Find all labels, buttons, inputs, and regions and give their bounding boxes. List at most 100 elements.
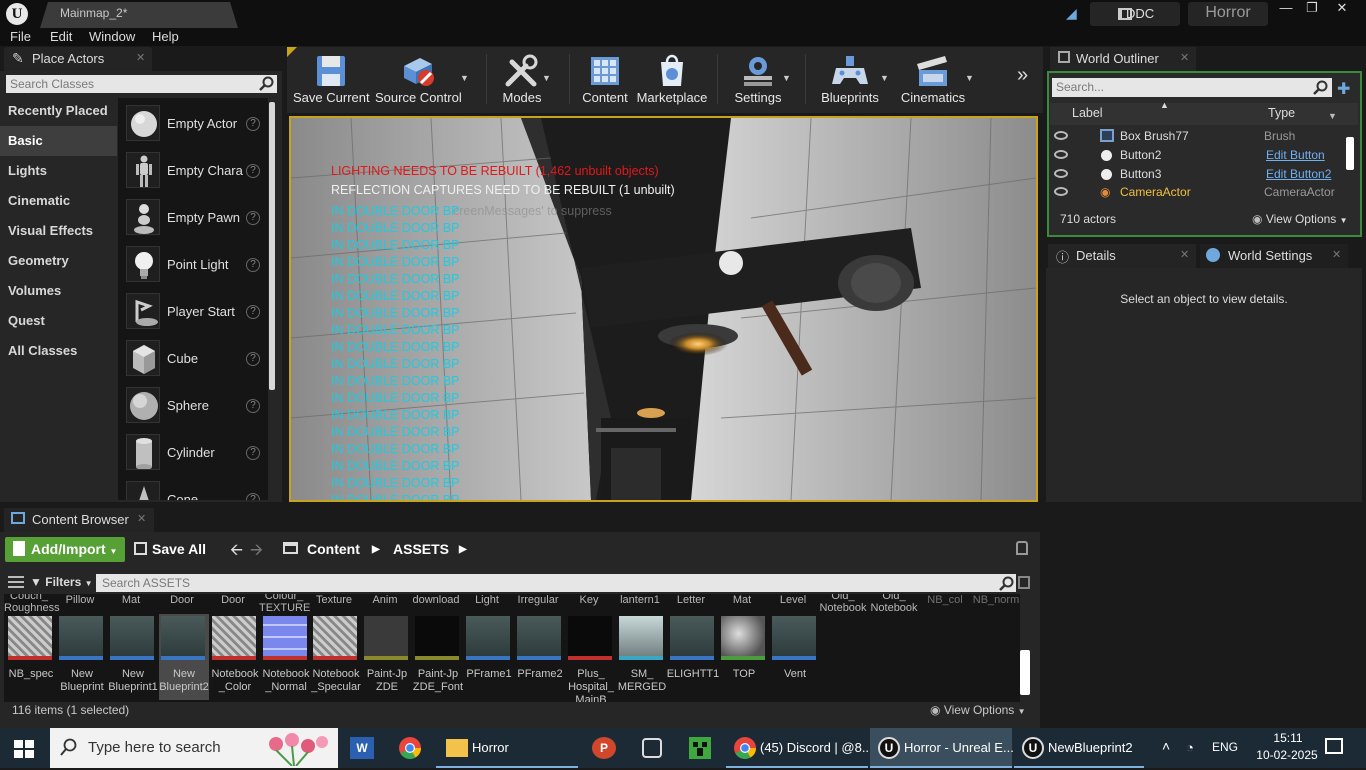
modes-dropdown-icon[interactable]: ▼ xyxy=(542,73,551,83)
edit-blueprint-link[interactable]: Edit Button2 xyxy=(1266,167,1331,181)
taskbar-epic-launcher[interactable] xyxy=(632,728,672,768)
visibility-eye-icon[interactable] xyxy=(1054,131,1068,140)
breadcrumb-content[interactable]: Content xyxy=(307,541,360,557)
help-icon[interactable]: ? xyxy=(246,305,260,319)
taskbar-word[interactable]: W xyxy=(342,728,382,768)
close-tab-icon[interactable]: ✕ xyxy=(136,51,145,64)
actor-list-scrollbar[interactable] xyxy=(269,102,275,390)
outliner-scrollbar[interactable] xyxy=(1346,137,1354,170)
taskbar-powerpoint[interactable]: P xyxy=(584,728,624,768)
asset-tile[interactable]: Notebook _Normal xyxy=(261,614,311,700)
close-tab-icon[interactable]: ✕ xyxy=(1180,248,1189,261)
actor-item[interactable]: Player Start ? xyxy=(118,288,268,335)
help-icon[interactable]: ? xyxy=(246,117,260,131)
label-column-header[interactable]: Label xyxy=(1072,106,1103,120)
category-cinematic[interactable]: Cinematic xyxy=(0,186,117,216)
breadcrumb-assets[interactable]: ASSETS xyxy=(393,541,449,557)
help-icon[interactable]: ? xyxy=(246,493,260,500)
edit-blueprint-link[interactable]: Edit Button xyxy=(1266,148,1325,162)
help-icon[interactable]: ? xyxy=(246,352,260,366)
forward-arrow-icon[interactable]: 🡪 xyxy=(250,539,263,566)
actor-item[interactable]: Point Light ? xyxy=(118,241,268,288)
close-tab-icon[interactable]: ✕ xyxy=(137,512,146,525)
settings-button[interactable]: Settings xyxy=(728,50,788,110)
taskbar-unreal-horror[interactable]: U Horror - Unreal E... xyxy=(870,728,1014,768)
asset-tile[interactable]: New Blueprint xyxy=(57,614,107,700)
details-tab[interactable]: ⓘ Details ✕ xyxy=(1048,244,1196,268)
category-recently-placed[interactable]: Recently Placed xyxy=(0,96,117,126)
asset-view-options[interactable]: ◉ View Options ▼ xyxy=(930,703,1026,717)
help-icon[interactable]: ? xyxy=(246,446,260,460)
clock-date[interactable]: 10-02-2025 xyxy=(1248,748,1326,762)
settings-dropdown-icon[interactable]: ▼ xyxy=(782,73,791,83)
actor-item[interactable]: Sphere ? xyxy=(118,382,268,429)
add-import-button[interactable]: Add/Import ▼ xyxy=(5,537,125,562)
world-outliner-tab[interactable]: World Outliner ✕ xyxy=(1050,47,1196,71)
world-settings-tab[interactable]: World Settings ✕ xyxy=(1200,244,1348,268)
taskbar-minecraft[interactable] xyxy=(680,728,720,768)
asset-tile[interactable]: Notebook _Specular xyxy=(311,614,361,700)
asset-tile[interactable]: Paint-Jp ZDE_Font xyxy=(413,614,463,700)
minimize-button[interactable]: — xyxy=(1272,0,1300,18)
category-lights[interactable]: Lights xyxy=(0,156,117,186)
category-basic[interactable]: Basic xyxy=(0,126,117,156)
source-control-dropdown-icon[interactable]: ▼ xyxy=(460,73,469,83)
visibility-eye-icon[interactable] xyxy=(1054,150,1068,159)
help-icon[interactable]: ? xyxy=(246,258,260,272)
source-control-button[interactable]: Source Control xyxy=(375,50,462,110)
level-tab[interactable]: Mainmap_2* xyxy=(40,2,238,28)
place-actors-search[interactable]: Search Classes xyxy=(6,75,277,93)
visibility-eye-icon[interactable] xyxy=(1054,187,1068,196)
asset-tile[interactable]: New Blueprint2 xyxy=(159,614,209,700)
menu-file[interactable]: File xyxy=(10,29,31,44)
close-tab-icon[interactable]: ✕ xyxy=(1332,248,1341,261)
marketplace-button[interactable]: Marketplace xyxy=(636,50,708,110)
taskbar-chrome-discord[interactable]: (45) Discord | @8... xyxy=(726,728,873,768)
type-column-header[interactable]: Type xyxy=(1268,106,1295,120)
asset-tile[interactable]: TOP xyxy=(719,614,769,700)
menu-help[interactable]: Help xyxy=(152,29,179,44)
outliner-row[interactable]: Box Brush77 Brush xyxy=(1050,127,1346,146)
menu-window[interactable]: Window xyxy=(89,29,135,44)
clock-time[interactable]: 15:11 xyxy=(1256,731,1320,745)
category-volumes[interactable]: Volumes xyxy=(0,276,117,306)
close-tab-icon[interactable]: ✕ xyxy=(1180,51,1189,64)
asset-tile[interactable]: NB_spec xyxy=(6,614,56,700)
system-tray-chevron-icon[interactable]: ˄ xyxy=(1162,738,1170,754)
lock-icon[interactable] xyxy=(1016,541,1028,555)
asset-tile[interactable]: New Blueprint1 xyxy=(108,614,158,700)
category-visual-effects[interactable]: Visual Effects xyxy=(0,216,117,246)
add-actor-icon[interactable]: ✚ xyxy=(1337,79,1355,98)
category-all-classes[interactable]: All Classes xyxy=(0,336,117,366)
asset-tile[interactable]: Paint-Jp ZDE xyxy=(362,614,412,700)
windows-start-icon[interactable] xyxy=(14,740,34,758)
content-button[interactable]: Content xyxy=(578,50,632,110)
outliner-row[interactable]: Button3 Edit Button2 xyxy=(1050,165,1346,184)
actor-item[interactable]: Cube ? xyxy=(118,335,268,382)
actor-item[interactable]: Empty Pawn ? xyxy=(118,194,268,241)
taskbar-chrome[interactable] xyxy=(390,728,430,768)
maximize-button[interactable]: ❐ xyxy=(1298,0,1326,18)
outliner-search[interactable]: Search... xyxy=(1052,78,1332,97)
blueprints-dropdown-icon[interactable]: ▼ xyxy=(880,73,889,83)
outliner-view-options[interactable]: ◉ View Options ▼ xyxy=(1252,212,1348,226)
sources-panel-icon[interactable] xyxy=(8,575,24,589)
actor-item[interactable]: Cylinder ? xyxy=(118,429,268,476)
asset-grid-scrollbar[interactable] xyxy=(1020,650,1030,695)
save-all-button[interactable]: Save All xyxy=(130,537,214,562)
back-arrow-icon[interactable]: 🡨 xyxy=(230,539,243,566)
wifi-icon[interactable]: ◔ xyxy=(1186,740,1194,755)
taskbar-unreal-blueprint[interactable]: U NewBlueprint2 xyxy=(1014,728,1144,768)
asset-tile[interactable]: PFrame1 xyxy=(464,614,514,700)
menu-edit[interactable]: Edit xyxy=(50,29,72,44)
asset-tile[interactable]: Vent xyxy=(770,614,820,700)
help-icon[interactable]: ? xyxy=(246,399,260,413)
level-viewport[interactable]: LIGHTING NEEDS TO BE REBUILT (1,462 unbu… xyxy=(289,116,1038,502)
asset-tile[interactable]: Notebook _Color xyxy=(210,614,260,700)
help-icon[interactable]: ? xyxy=(246,211,260,225)
taskbar-explorer-horror[interactable]: Horror xyxy=(436,728,578,768)
ddc-button[interactable]: DDC xyxy=(1090,2,1180,26)
actor-item[interactable]: Empty Chara ? xyxy=(118,147,268,194)
save-current-button[interactable]: Save Current xyxy=(293,50,370,110)
actor-item[interactable]: Cone ? xyxy=(118,476,268,500)
